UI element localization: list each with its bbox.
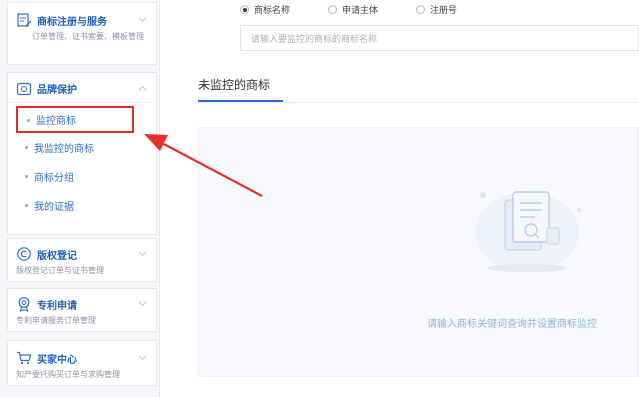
menu-buyer-desc: 知产委托购买订单与求购管理 <box>16 370 120 379</box>
sidebar-item-monitor-trademark[interactable]: 监控商标 <box>16 106 134 133</box>
sidebar: 商标注册与服务 订单管理、证书索要、模板管理 品牌保护 监控商标 我监控的商标 … <box>0 0 160 397</box>
chevron-down-icon[interactable] <box>138 353 147 362</box>
chevron-down-icon[interactable] <box>138 249 147 258</box>
menu-brand[interactable]: 品牌保护 监控商标 我监控的商标 商标分组 我的证据 <box>7 72 157 235</box>
sidebar-item-my-monitored[interactable]: 我监控的商标 <box>8 133 156 162</box>
search-type-radios: 商标名称 申请主体 注册号 <box>240 3 495 16</box>
active-tab-underline <box>198 100 283 102</box>
brand-sub-list: 监控商标 我监控的商标 商标分组 我的证据 <box>8 103 156 220</box>
sidebar-item-label: 商标分组 <box>34 173 74 184</box>
register-icon <box>17 13 32 27</box>
sidebar-item-my-evidence[interactable]: 我的证据 <box>8 191 156 220</box>
radio-circle-selected[interactable] <box>240 5 249 14</box>
menu-copyright[interactable]: 版权登记 版权登记订单与证书管理 <box>7 238 157 282</box>
bullet-dot <box>27 119 30 122</box>
chevron-down-icon[interactable] <box>138 299 147 308</box>
menu-patent-header[interactable]: 专利申请 <box>8 293 156 315</box>
radio-label: 商标名称 <box>254 6 291 16</box>
sidebar-item-label: 我的证据 <box>34 202 74 213</box>
menu-trademark-desc: 订单管理、证书索要、模板管理 <box>32 32 144 41</box>
menu-buyer-header[interactable]: 买家中心 <box>8 347 156 369</box>
chevron-up-icon[interactable] <box>138 84 147 93</box>
empty-state-panel: 请输入商标关键词查询并设置商标监控 <box>198 127 639 377</box>
bullet-dot <box>25 175 28 178</box>
radio-registration-number[interactable]: 注册号 <box>416 3 457 16</box>
menu-copyright-desc: 版权登记订单与证书管理 <box>16 266 104 275</box>
menu-buyer-title: 买家中心 <box>37 354 77 366</box>
menu-brand-title: 品牌保护 <box>37 85 77 96</box>
radio-applicant[interactable]: 申请主体 <box>328 3 378 16</box>
menu-patent-title: 专利申请 <box>37 300 77 312</box>
section-divider <box>198 102 639 103</box>
menu-trademark[interactable]: 商标注册与服务 订单管理、证书索要、模板管理 <box>7 2 157 65</box>
sidebar-item-label: 监控商标 <box>36 116 76 127</box>
empty-state-text: 请输入商标关键词查询并设置商标监控 <box>427 319 597 330</box>
main-content: 商标名称 申请主体 注册号 请输入要监控的商标的商标名称 未监控的商标 请输入商… <box>160 0 639 397</box>
menu-buyer[interactable]: 买家中心 知产委托购买订单与求购管理 <box>7 340 157 386</box>
bullet-dot <box>25 204 28 207</box>
menu-patent-desc: 专利申请服务订单管理 <box>16 316 96 325</box>
page: 商标注册与服务 订单管理、证书索要、模板管理 品牌保护 监控商标 我监控的商标 … <box>0 0 639 397</box>
menu-copyright-header[interactable]: 版权登记 <box>8 243 156 265</box>
radio-label: 注册号 <box>430 6 458 16</box>
menu-trademark-header[interactable]: 商标注册与服务 <box>8 9 156 31</box>
copyright-icon <box>17 247 31 261</box>
bullet-dot <box>25 146 28 149</box>
cart-icon <box>17 351 32 365</box>
chevron-down-icon[interactable] <box>138 15 147 24</box>
menu-trademark-title: 商标注册与服务 <box>37 16 107 28</box>
radio-label: 申请主体 <box>342 6 379 16</box>
brand-shield-icon <box>16 82 32 95</box>
menu-patent[interactable]: 专利申请 专利申请服务订单管理 <box>7 288 157 332</box>
patent-icon <box>18 297 30 312</box>
sidebar-item-trademark-group[interactable]: 商标分组 <box>8 162 156 191</box>
search-placeholder: 请输入要监控的商标的商标名称 <box>251 34 378 45</box>
radio-trademark-name[interactable]: 商标名称 <box>240 3 290 16</box>
trademark-search-input[interactable]: 请输入要监控的商标的商标名称 <box>240 25 639 51</box>
empty-document-icon <box>475 191 581 272</box>
radio-circle[interactable] <box>328 5 338 14</box>
section-title[interactable]: 未监控的商标 <box>198 76 270 93</box>
sidebar-item-label: 我监控的商标 <box>34 144 94 155</box>
menu-copyright-title: 版权登记 <box>37 250 77 262</box>
radio-circle[interactable] <box>416 5 426 14</box>
menu-brand-header[interactable]: 品牌保护 <box>8 78 156 103</box>
